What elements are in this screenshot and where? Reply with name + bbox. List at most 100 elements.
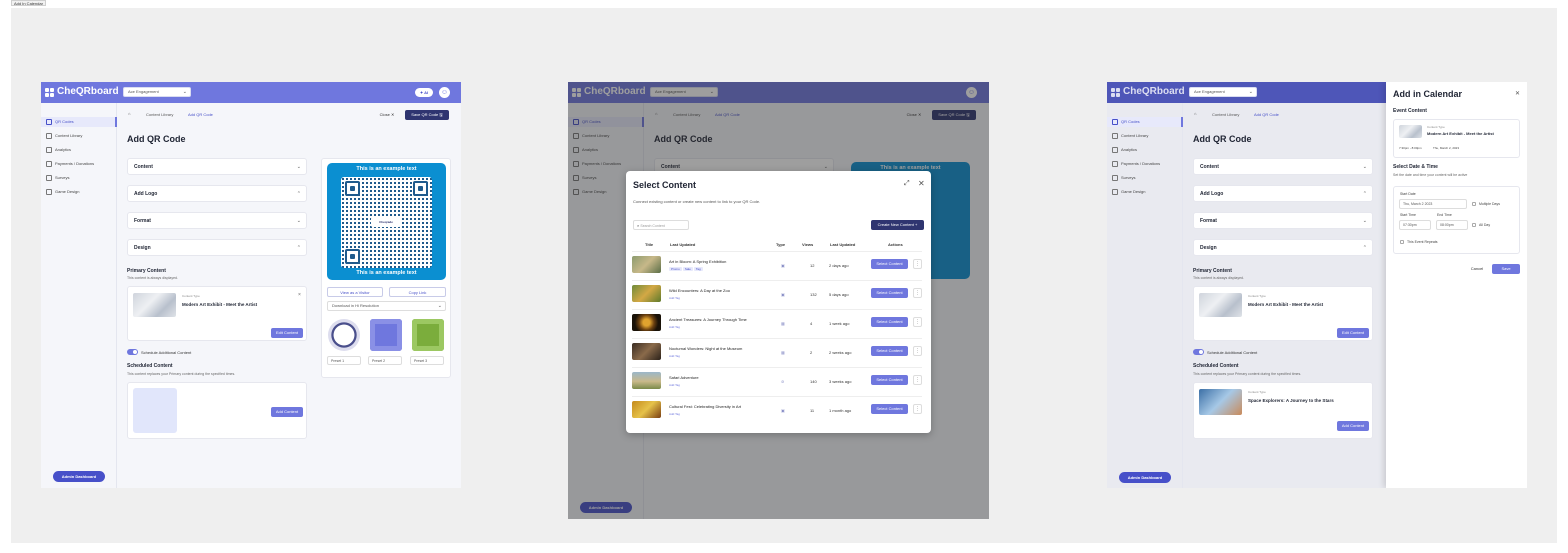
- expand-icon[interactable]: ⤢: [904, 180, 910, 188]
- start-time-select[interactable]: 07:30pm: [1399, 220, 1431, 230]
- add-tag-link[interactable]: Add Tag: [669, 354, 680, 358]
- ai-button[interactable]: ✦ AI: [415, 88, 433, 97]
- nav-label: Payments / Donations: [1121, 161, 1161, 166]
- create-new-content-button[interactable]: Create New Content +: [871, 220, 924, 230]
- app-logo[interactable]: CheQRboard: [1111, 86, 1185, 98]
- add-content-button[interactable]: Add Content: [1337, 421, 1369, 431]
- sidebar-item-surveys[interactable]: Surveys: [41, 173, 117, 183]
- search-input[interactable]: ⌕ Search Content: [633, 220, 689, 230]
- add-tag-link[interactable]: Add Tag: [669, 412, 680, 416]
- select-content-button[interactable]: Select Content: [871, 404, 908, 414]
- logo-text: CheQRboard: [1123, 86, 1185, 97]
- add-tag-link[interactable]: Add Tag: [669, 296, 680, 300]
- end-time-select[interactable]: 08:00pm: [1436, 220, 1468, 230]
- save-qr-button[interactable]: Save QR Code 🖫: [405, 110, 449, 120]
- accordion-add-logo[interactable]: Add Logo ⌃: [127, 185, 307, 202]
- add-tag-link[interactable]: Add Tag: [669, 325, 680, 329]
- table-row[interactable]: Nocturnal Wonders: Night at the Museum A…: [632, 338, 922, 366]
- sidebar-item-qr-codes[interactable]: QR Codes: [1107, 117, 1183, 127]
- sidebar-item-content-library[interactable]: Content Library: [41, 131, 117, 141]
- sidebar-item-surveys[interactable]: Surveys: [1107, 173, 1183, 183]
- preset-3-select[interactable]: Preset 3: [410, 356, 444, 365]
- more-icon[interactable]: ⋮: [913, 317, 922, 327]
- edit-content-button[interactable]: Edit Content: [1337, 328, 1369, 338]
- event-repeats-checkbox[interactable]: [1400, 240, 1404, 244]
- remove-icon[interactable]: ×: [298, 292, 301, 298]
- admin-dashboard-button[interactable]: Admin Dashboard: [53, 471, 105, 482]
- row-tags[interactable]: Promo Sale Tag: [669, 267, 704, 271]
- view-visitor-button[interactable]: View as a Visitor: [327, 287, 383, 297]
- more-icon[interactable]: ⋮: [913, 375, 922, 385]
- more-icon[interactable]: ⋮: [913, 346, 922, 356]
- select-content-button[interactable]: Select Content: [871, 375, 908, 385]
- select-content-button[interactable]: Select Content: [871, 346, 908, 356]
- sidebar-item-game-design[interactable]: Game Design: [1107, 187, 1183, 197]
- table-row[interactable]: Wild Encounters: A Day at the Zoo Add Ta…: [632, 280, 922, 308]
- all-day-checkbox[interactable]: [1472, 223, 1476, 227]
- sidebar-item-payments[interactable]: Payments / Donations: [41, 159, 117, 169]
- accordion-design[interactable]: Design ⌃: [127, 239, 307, 256]
- sidebar-item-analytics[interactable]: Analytics: [41, 145, 117, 155]
- select-content-button[interactable]: Select Content: [871, 288, 908, 298]
- more-icon[interactable]: ⋮: [913, 259, 922, 269]
- preset-2-thumbnail[interactable]: [370, 319, 402, 351]
- add-tag-link[interactable]: Add Tag: [669, 383, 680, 387]
- sidebar-item-qr-codes[interactable]: QR Codes: [41, 117, 117, 127]
- sidebar-item-content-library[interactable]: Content Library: [1107, 131, 1183, 141]
- download-select[interactable]: Download in Hi Resolution ⌄: [327, 301, 446, 311]
- preset-1-select[interactable]: Preset 1: [327, 356, 361, 365]
- preset-1-thumbnail[interactable]: [328, 319, 360, 351]
- accordion-design[interactable]: Design ⌃: [1193, 239, 1373, 256]
- accordion-format[interactable]: Format ⌄: [1193, 212, 1373, 229]
- sidebar-item-game-design[interactable]: Game Design: [41, 187, 117, 197]
- table-row[interactable]: Safari Adventure Add Tag ⊘ 140 3 weeks a…: [632, 367, 922, 395]
- user-avatar-icon[interactable]: ☺: [439, 87, 450, 98]
- table-row[interactable]: Ancient Treasures: A Journey Through Tim…: [632, 309, 922, 337]
- accordion-content[interactable]: Content ⌄: [1193, 158, 1373, 175]
- schedule-toggle[interactable]: [127, 349, 138, 355]
- accordion-label: Design: [1200, 245, 1217, 251]
- column-last-updated-2[interactable]: Last Updated: [830, 242, 855, 247]
- row-thumbnail: [632, 314, 661, 331]
- multiple-days-checkbox[interactable]: [1472, 202, 1476, 206]
- preset-3-thumbnail[interactable]: [412, 319, 444, 351]
- engagement-select-value: Ace Engagement: [1194, 89, 1225, 94]
- column-views[interactable]: Views: [802, 242, 813, 247]
- more-icon[interactable]: ⋮: [913, 288, 922, 298]
- select-content-button[interactable]: Select Content: [871, 259, 908, 269]
- column-type[interactable]: Type: [776, 242, 785, 247]
- home-icon[interactable]: ⌂: [128, 111, 130, 117]
- home-icon[interactable]: ⌂: [1194, 111, 1196, 117]
- close-icon[interactable]: ✕: [1515, 90, 1520, 97]
- preset-2-select[interactable]: Preset 2: [368, 356, 402, 365]
- edit-content-button[interactable]: Edit Content: [271, 328, 303, 338]
- add-content-button[interactable]: Add Content: [271, 407, 303, 417]
- schedule-toggle[interactable]: [1193, 349, 1204, 355]
- more-icon[interactable]: ⋮: [913, 404, 922, 414]
- copy-link-button[interactable]: Copy Link: [389, 287, 446, 297]
- accordion-format[interactable]: Format ⌄: [127, 212, 307, 229]
- sidebar-item-payments[interactable]: Payments / Donations: [1107, 159, 1183, 169]
- engagement-select[interactable]: Ace Engagement ⌄: [123, 87, 191, 97]
- qr-center-logo: Cheqrade: [371, 217, 401, 227]
- sidebar-item-analytics[interactable]: Analytics: [1107, 145, 1183, 155]
- breadcrumb-content-library[interactable]: Content Library: [146, 112, 173, 118]
- close-icon[interactable]: ✕: [918, 179, 925, 188]
- accordion-add-logo[interactable]: Add Logo ⌃: [1193, 185, 1373, 202]
- breadcrumb-content-library[interactable]: Content Library: [1212, 112, 1239, 118]
- engagement-select[interactable]: Ace Engagement ⌄: [1189, 87, 1257, 97]
- accordion-content[interactable]: Content ⌄: [127, 158, 307, 175]
- cancel-button[interactable]: Cancel: [1466, 264, 1488, 274]
- select-content-button[interactable]: Select Content: [871, 317, 908, 327]
- admin-dashboard-button[interactable]: Admin Dashboard: [1119, 472, 1171, 483]
- start-date-input[interactable]: Thu, March 2 2023: [1399, 199, 1467, 209]
- column-last-updated[interactable]: Last Updated: [670, 242, 695, 247]
- table-row[interactable]: Cultural Fest: Celebrating Diversity in …: [632, 396, 922, 424]
- table-row[interactable]: Art in Bloom: A Spring Exhibition Promo S…: [632, 251, 922, 279]
- close-button[interactable]: Close ✕: [375, 110, 399, 120]
- chevron-up-icon: ⌃: [1362, 191, 1367, 197]
- save-button[interactable]: Save: [1492, 264, 1520, 274]
- row-updated: 5 days ago: [829, 292, 849, 297]
- app-logo[interactable]: CheQRboard: [45, 86, 119, 98]
- page-title: Add QR Code: [1193, 134, 1252, 144]
